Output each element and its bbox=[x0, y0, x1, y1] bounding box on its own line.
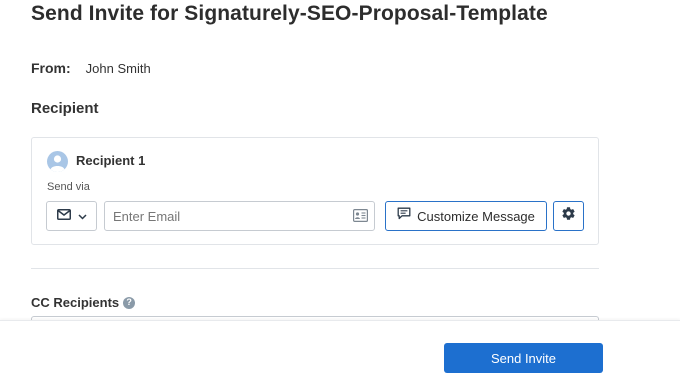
footer-bar: Send Invite bbox=[0, 320, 680, 378]
send-via-select[interactable] bbox=[46, 201, 97, 231]
user-avatar-icon bbox=[47, 151, 68, 172]
gear-icon bbox=[561, 206, 576, 226]
recipient-settings-button[interactable] bbox=[553, 201, 584, 231]
customize-message-label: Customize Message bbox=[417, 208, 535, 224]
email-input[interactable] bbox=[105, 202, 345, 230]
customize-message-button[interactable]: Customize Message bbox=[385, 201, 547, 231]
section-divider bbox=[31, 268, 599, 269]
send-via-label: Send via bbox=[47, 181, 90, 193]
page-title: Send Invite for Signaturely-SEO-Proposal… bbox=[31, 2, 548, 25]
chevron-down-icon bbox=[77, 207, 87, 225]
envelope-icon bbox=[56, 207, 71, 225]
from-label: From: bbox=[31, 60, 71, 76]
chat-bubble-icon bbox=[397, 207, 411, 225]
cc-recipients-label: CC Recipients bbox=[31, 295, 120, 310]
email-field-wrapper bbox=[104, 201, 375, 231]
recipient-card: Recipient 1 Send via Enter Email Customi… bbox=[31, 137, 599, 245]
recipient-heading: Recipient bbox=[31, 100, 99, 117]
send-invite-button[interactable]: Send Invite bbox=[444, 343, 603, 373]
from-value: John Smith bbox=[85, 61, 151, 76]
recipient-name: Recipient 1 bbox=[76, 153, 146, 168]
contact-card-icon[interactable] bbox=[353, 209, 369, 227]
from-row: From: John Smith bbox=[31, 60, 151, 76]
cc-recipients-header: CC Recipients ? bbox=[31, 295, 136, 310]
help-icon[interactable]: ? bbox=[123, 296, 136, 309]
